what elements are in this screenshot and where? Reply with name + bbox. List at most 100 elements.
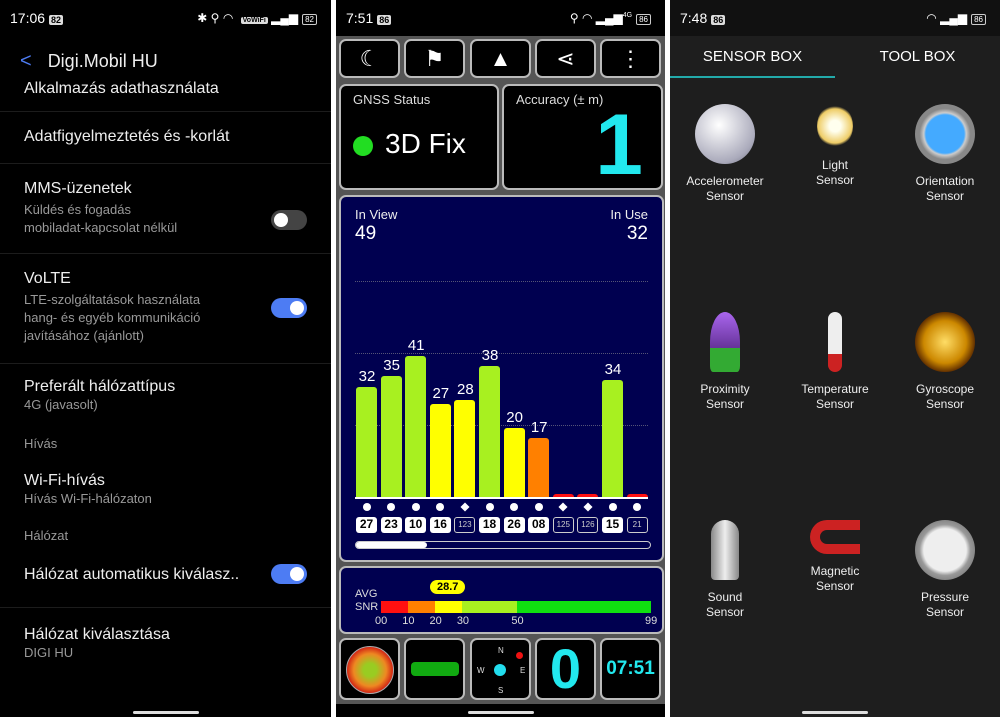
compass-needle <box>494 664 506 676</box>
gnss-status-value: 3D Fix <box>385 128 466 159</box>
snr-value-label: 17 <box>530 419 548 437</box>
sensor-temperature[interactable]: Temperature Sensor <box>780 312 890 412</box>
snr-range-green <box>517 601 651 613</box>
satellite-snr-chart: In View 49 In Use 32 32 27 35 23 41 10 27 16 28 1… <box>339 195 664 562</box>
snr-value-label: 38 <box>481 346 499 364</box>
snr-value-label: 28 <box>457 381 474 399</box>
bluetooth-icon: ✱ <box>197 11 208 25</box>
compass-west: W <box>477 666 485 675</box>
navigation-button[interactable]: ▲ <box>470 39 531 78</box>
scrollbar-thumb[interactable] <box>356 542 427 548</box>
sky-view-button[interactable] <box>339 638 400 700</box>
satellite-id-badge: 16 <box>429 517 451 533</box>
sensor-name: Gyroscope <box>915 382 975 396</box>
microphone-icon <box>711 520 739 580</box>
person-flag-button[interactable]: ⚑ <box>404 39 465 78</box>
notification-badge: 86 <box>377 15 392 25</box>
snr-bar <box>528 438 550 497</box>
setting-title: Hálózat automatikus kiválasz.. <box>24 566 240 583</box>
sensor-gyroscope[interactable]: Gyroscope Sensor <box>890 312 1000 412</box>
gyroscope-icon <box>915 312 975 372</box>
sensor-sound[interactable]: Sound Sensor <box>670 520 780 620</box>
chart-scrollbar[interactable] <box>355 541 651 549</box>
sensor-name: Temperature <box>801 382 869 396</box>
snr-tick-label: 50 <box>511 615 524 627</box>
compass-target <box>516 652 523 659</box>
world-map-button[interactable] <box>404 638 465 700</box>
setting-subtitle: LTE-szolgáltatások használata hang- és e… <box>24 292 201 343</box>
snr-value-label: 34 <box>604 360 622 378</box>
setting-volte[interactable]: VoLTE LTE-szolgáltatások használata hang-… <box>0 254 331 364</box>
wifi-icon: ◠ <box>926 11 937 25</box>
night-mode-button[interactable]: ☾ <box>339 39 400 78</box>
sensor-proximity[interactable]: Proximity Sensor <box>670 312 780 412</box>
nav-handle[interactable] <box>467 711 534 714</box>
sensor-light[interactable]: Light Sensor <box>780 104 890 188</box>
status-time: 7:48 <box>680 10 708 26</box>
gnss-status-card: GNSS Status 3D Fix <box>339 84 499 190</box>
sensor-magnetic[interactable]: Magnetic Sensor <box>780 520 890 594</box>
satellite-id-badge: 26 <box>503 517 525 533</box>
setting-auto-network[interactable]: Hálózat automatikus kiválasz.. <box>0 558 331 608</box>
battery-icon: 86 <box>971 14 986 25</box>
sensor-box-screen: 7:48 86 ◠ ▂▄▆ 86 SENSOR BOX TOOL BOX Accel… <box>670 0 1000 717</box>
sensor-accelerometer[interactable]: Accelerometer Sensor <box>670 104 780 204</box>
setting-wifi-call[interactable]: Wi-Fi-hívás Hívás Wi-Fi-hálózaton <box>0 462 331 522</box>
chart-baseline <box>355 497 648 499</box>
back-icon[interactable]: < <box>20 50 32 73</box>
setting-data-warning[interactable]: Adatfigyelmeztetés és -korlát <box>0 112 331 164</box>
sensor-sub: Sensor <box>815 397 855 411</box>
compass-button[interactable]: N E S W <box>470 638 531 700</box>
constellation-diamond-icon <box>558 502 568 512</box>
satellite-id-badge: 10 <box>405 517 427 533</box>
compass-icon <box>915 104 975 164</box>
sensor-sub: Sensor <box>925 397 965 411</box>
setting-title: Preferált hálózattípus <box>24 378 176 395</box>
share-button[interactable]: ⋖ <box>535 39 596 78</box>
satellite-id-badge: 08 <box>528 517 550 533</box>
location-icon: ⚲ <box>569 11 579 25</box>
constellation-dot-icon <box>411 503 420 511</box>
snr-bar <box>454 400 476 497</box>
sensor-orientation[interactable]: Orientation Sensor <box>890 104 1000 204</box>
setting-select-network[interactable]: Hálózat kiválasztása DIGI HU <box>0 608 331 668</box>
snr-tick-label: 99 <box>645 615 658 627</box>
setting-app-data-usage[interactable]: Alkalmazás adathasználata <box>0 76 331 112</box>
more-button[interactable]: ⋮ <box>600 39 661 78</box>
sensor-pressure[interactable]: Pressure Sensor <box>890 520 1000 620</box>
auto-network-toggle[interactable] <box>271 564 307 584</box>
setting-preferred-network[interactable]: Preferált hálózattípus 4G (javasolt) <box>0 364 331 424</box>
sensor-name: Orientation <box>915 174 975 188</box>
mms-toggle[interactable] <box>271 210 307 230</box>
wifi-icon: ◠ <box>222 11 234 25</box>
setting-title: MMS-üzenetek <box>24 180 132 197</box>
nav-handle[interactable] <box>802 711 868 714</box>
avg-label: AVG <box>355 588 378 600</box>
sensor-name: Magnetic <box>810 564 860 578</box>
satellite-id-badge: 27 <box>356 517 377 533</box>
snr-bar <box>479 365 500 497</box>
person-flag-icon: ⚑ <box>424 45 445 71</box>
sensor-name: Proximity <box>700 382 750 396</box>
avg-snr-value: 28.7 <box>430 580 466 594</box>
tab-tool-box[interactable]: TOOL BOX <box>835 36 1000 78</box>
setting-title: VoLTE <box>24 270 71 287</box>
clock-display[interactable]: 07:51 <box>600 638 661 700</box>
setting-mms[interactable]: MMS-üzenetek Küldés és fogadás mobiladat-… <box>0 164 331 254</box>
satellite-id-badge: 125 <box>552 517 574 533</box>
section-header-network: Hálózat <box>24 528 69 543</box>
compass-north: N <box>498 646 504 655</box>
nav-handle[interactable] <box>132 711 199 714</box>
snr-range-yellow <box>435 601 462 613</box>
compass-east: E <box>520 666 526 675</box>
in-use-value: 32 <box>626 223 648 244</box>
status-time: 17:06 <box>10 10 46 26</box>
compass-icon: N E S W <box>472 640 529 698</box>
sensor-sub: Sensor <box>925 189 965 203</box>
in-use-label: In Use <box>610 207 648 222</box>
tab-sensor-box[interactable]: SENSOR BOX <box>670 36 835 78</box>
sensor-sub: Sensor <box>815 579 855 593</box>
volte-toggle[interactable] <box>271 298 307 318</box>
satellite-count-display[interactable]: 0 <box>535 638 596 700</box>
constellation-dot-icon <box>633 503 642 511</box>
